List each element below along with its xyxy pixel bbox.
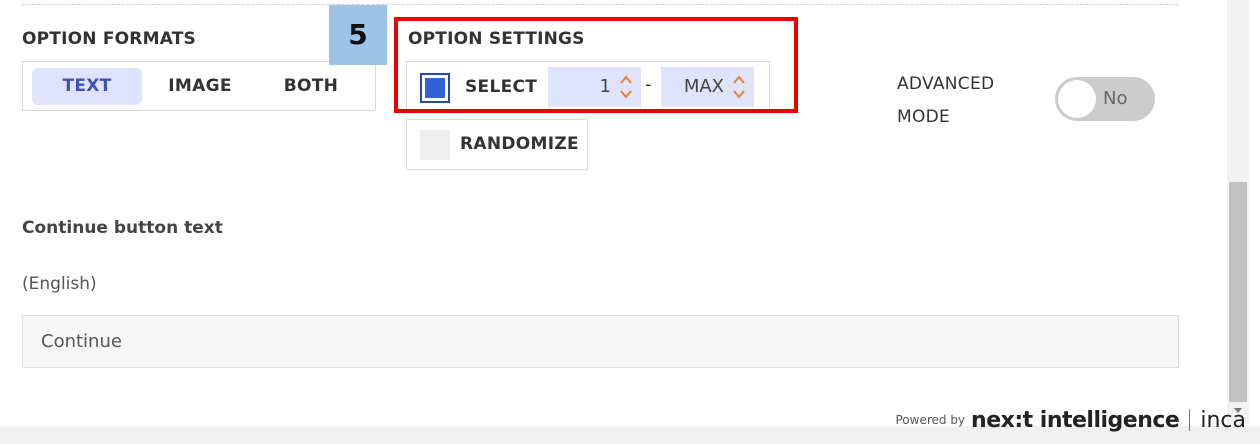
continue-button-text-label: Continue button text	[22, 218, 223, 238]
option-formats-title: OPTION FORMATS	[22, 29, 196, 49]
advanced-mode-label: ADVANCED MODE	[897, 74, 995, 127]
top-divider	[22, 4, 1178, 5]
toggle-knob	[1058, 80, 1096, 118]
format-image-button[interactable]: IMAGE	[148, 68, 252, 105]
randomize-checkbox[interactable]	[420, 130, 450, 160]
powered-by-text: Powered by	[895, 413, 966, 427]
continue-text-input[interactable]	[22, 315, 1179, 368]
format-both-button[interactable]: BOTH	[259, 68, 363, 105]
option-formats-group: TEXT IMAGE BOTH	[22, 61, 376, 111]
format-text-button[interactable]: TEXT	[32, 68, 142, 105]
highlight-frame	[394, 17, 798, 113]
brand-divider	[1189, 409, 1191, 431]
brand-inca-text: inca	[1200, 407, 1246, 433]
powered-by-footer: Powered by nex:t intelligence inca	[895, 404, 1246, 436]
toggle-state-label: No	[1103, 88, 1128, 109]
randomize-option[interactable]: RANDOMIZE	[406, 119, 588, 170]
randomize-label: RANDOMIZE	[460, 134, 579, 154]
language-label: (English)	[22, 274, 97, 294]
scrollbar-thumb[interactable]	[1229, 182, 1247, 402]
brand-logo-text: nex:t intelligence	[971, 407, 1180, 433]
advanced-mode-toggle[interactable]: No	[1055, 77, 1155, 121]
step-number-badge: 5	[329, 5, 387, 65]
